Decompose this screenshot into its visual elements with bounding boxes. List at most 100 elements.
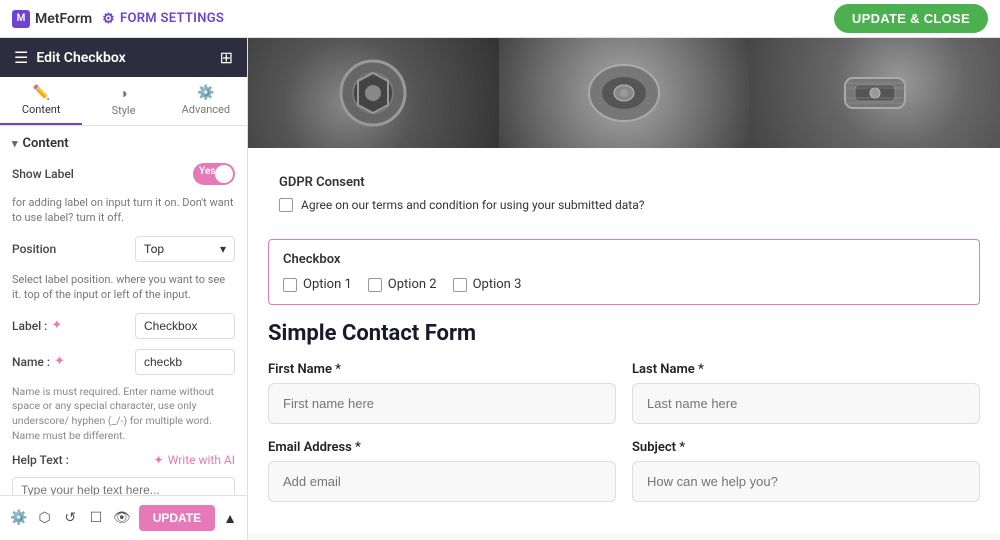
position-hint: Select label position. where you want to… (12, 272, 235, 303)
sidebar-tabs: ✏️ Content ◑ Style ⚙️ Advanced (0, 77, 247, 126)
name-field-label: Name : (12, 355, 50, 369)
tab-advanced-label: Advanced (182, 103, 230, 116)
checkbox-option-2: Option 2 (368, 277, 437, 292)
option-1-checkbox[interactable] (283, 278, 297, 292)
gear-icon: ⚙ (102, 11, 115, 27)
name-field-label-container: Name : ✦ (12, 354, 65, 369)
show-label-toggle[interactable]: Yes (193, 163, 235, 185)
gdpr-row: Agree on our terms and condition for usi… (279, 198, 969, 212)
option-3-label: Option 3 (473, 277, 522, 292)
style-icon: ◑ (86, 85, 160, 102)
checkbox-options: Option 1 Option 2 Option 3 (283, 277, 965, 292)
last-name-input[interactable] (632, 383, 980, 424)
email-input[interactable] (268, 461, 616, 502)
form-preview: GDPR Consent Agree on our terms and cond… (248, 148, 1000, 534)
help-text-row: Help Text : ✦ Write with AI (12, 453, 235, 467)
tab-style[interactable]: ◑ Style (82, 77, 164, 125)
hardware-svg-3 (830, 53, 920, 133)
last-name-label: Last Name * (632, 362, 980, 377)
gdpr-text: Agree on our terms and condition for usi… (301, 198, 644, 212)
checkbox-option-1: Option 1 (283, 277, 352, 292)
checkbox-section-title: Checkbox (283, 252, 965, 267)
name-field-hint: Name is must required. Enter name withou… (12, 385, 235, 444)
label-input[interactable] (135, 313, 235, 339)
sidebar-content: ▾ Content Show Label Yes for adding labe… (0, 126, 247, 495)
tab-style-label: Style (112, 104, 136, 117)
top-bar: M MetForm ⚙ FORM SETTINGS UPDATE & CLOSE (0, 0, 1000, 38)
sparkle-icon-2: ✦ (54, 354, 65, 369)
sidebar: ☰ Edit Checkbox ⊞ ✏️ Content ◑ Style ⚙️ … (0, 38, 248, 540)
update-close-button[interactable]: UPDATE & CLOSE (834, 4, 988, 33)
sidebar-bottom-toolbar: ⚙️ ⬡ ↺ ☐ 👁 UPDATE ▲ (0, 495, 247, 540)
position-dropdown[interactable]: Top ▾ (135, 236, 235, 262)
last-name-field: Last Name * (632, 362, 980, 424)
chevron-up-icon[interactable]: ▲ (223, 510, 237, 527)
contact-form-title: Simple Contact Form (268, 321, 980, 346)
gdpr-title: GDPR Consent (279, 175, 969, 190)
position-row: Position Top ▾ (12, 236, 235, 262)
label-field-label-container: Label : ✦ (12, 318, 62, 333)
preview-image-3 (749, 38, 1000, 148)
settings-tool-icon[interactable]: ⚙️ (10, 504, 28, 532)
option-1-label: Option 1 (303, 277, 352, 292)
form-settings-link[interactable]: ⚙ FORM SETTINGS (102, 11, 224, 27)
hardware-svg-2 (574, 53, 674, 133)
checkbox-section: Checkbox Option 1 Option 2 Option 3 (268, 239, 980, 305)
preview-image-1 (248, 38, 499, 148)
tab-content-label: Content (22, 103, 61, 116)
help-text-label: Help Text : (12, 453, 69, 467)
show-label-hint: for adding label on input turn it on. Do… (12, 195, 235, 226)
write-with-ai-text: Write with AI (168, 453, 235, 467)
position-value: Top (144, 242, 164, 256)
toggle-track: Yes (193, 163, 235, 185)
preview-tool-icon[interactable]: 👁 (113, 504, 131, 532)
chevron-down-icon: ▾ (220, 242, 226, 256)
gdpr-section: GDPR Consent Agree on our terms and cond… (268, 164, 980, 223)
tab-content[interactable]: ✏️ Content (0, 77, 82, 125)
option-3-checkbox[interactable] (453, 278, 467, 292)
toggle-thumb (215, 165, 233, 183)
layers-tool-icon[interactable]: ⬡ (36, 504, 54, 532)
name-field-row: Name : ✦ (12, 349, 235, 375)
email-label: Email Address * (268, 440, 616, 455)
subject-input[interactable] (632, 461, 980, 502)
label-field-row: Label : ✦ (12, 313, 235, 339)
subject-label: Subject * (632, 440, 980, 455)
gdpr-checkbox[interactable] (279, 198, 293, 212)
hardware-svg-1 (333, 53, 413, 133)
subject-field: Subject * (632, 440, 980, 502)
update-button[interactable]: UPDATE (139, 505, 215, 531)
write-with-ai-link[interactable]: ✦ Write with AI (154, 453, 235, 467)
help-text-input[interactable] (12, 477, 235, 495)
toggle-yes-text: Yes (199, 166, 215, 177)
form-row-1: First Name * Last Name * (268, 362, 980, 424)
form-row-2: Email Address * Subject * (268, 440, 980, 502)
position-field-label: Position (12, 242, 56, 256)
name-input[interactable] (135, 349, 235, 375)
checkbox-option-3: Option 3 (453, 277, 522, 292)
copy-tool-icon[interactable]: ☐ (87, 504, 105, 532)
preview-images (248, 38, 1000, 148)
metform-logo-icon: M (12, 10, 30, 28)
form-settings-label: FORM SETTINGS (120, 11, 224, 26)
preview-image-2 (499, 38, 750, 148)
option-2-checkbox[interactable] (368, 278, 382, 292)
sidebar-header: ☰ Edit Checkbox ⊞ (0, 38, 247, 77)
first-name-label: First Name * (268, 362, 616, 377)
first-name-input[interactable] (268, 383, 616, 424)
ai-icon: ✦ (154, 453, 164, 467)
content-area: GDPR Consent Agree on our terms and cond… (248, 38, 1000, 540)
pencil-icon: ✏️ (4, 85, 78, 101)
grid-icon[interactable]: ⊞ (220, 48, 233, 67)
show-label-row: Show Label Yes (12, 163, 235, 185)
label-field-label: Label : (12, 319, 47, 333)
tab-advanced[interactable]: ⚙️ Advanced (165, 77, 247, 125)
hamburger-icon[interactable]: ☰ (14, 48, 28, 67)
sidebar-title: Edit Checkbox (36, 50, 125, 66)
first-name-field: First Name * (268, 362, 616, 424)
sidebar-header-left: ☰ Edit Checkbox (14, 48, 126, 67)
metform-logo-text: MetForm (35, 11, 92, 27)
show-label-field-label: Show Label (12, 167, 74, 181)
history-tool-icon[interactable]: ↺ (61, 504, 79, 532)
section-arrow-icon: ▾ (12, 137, 18, 150)
